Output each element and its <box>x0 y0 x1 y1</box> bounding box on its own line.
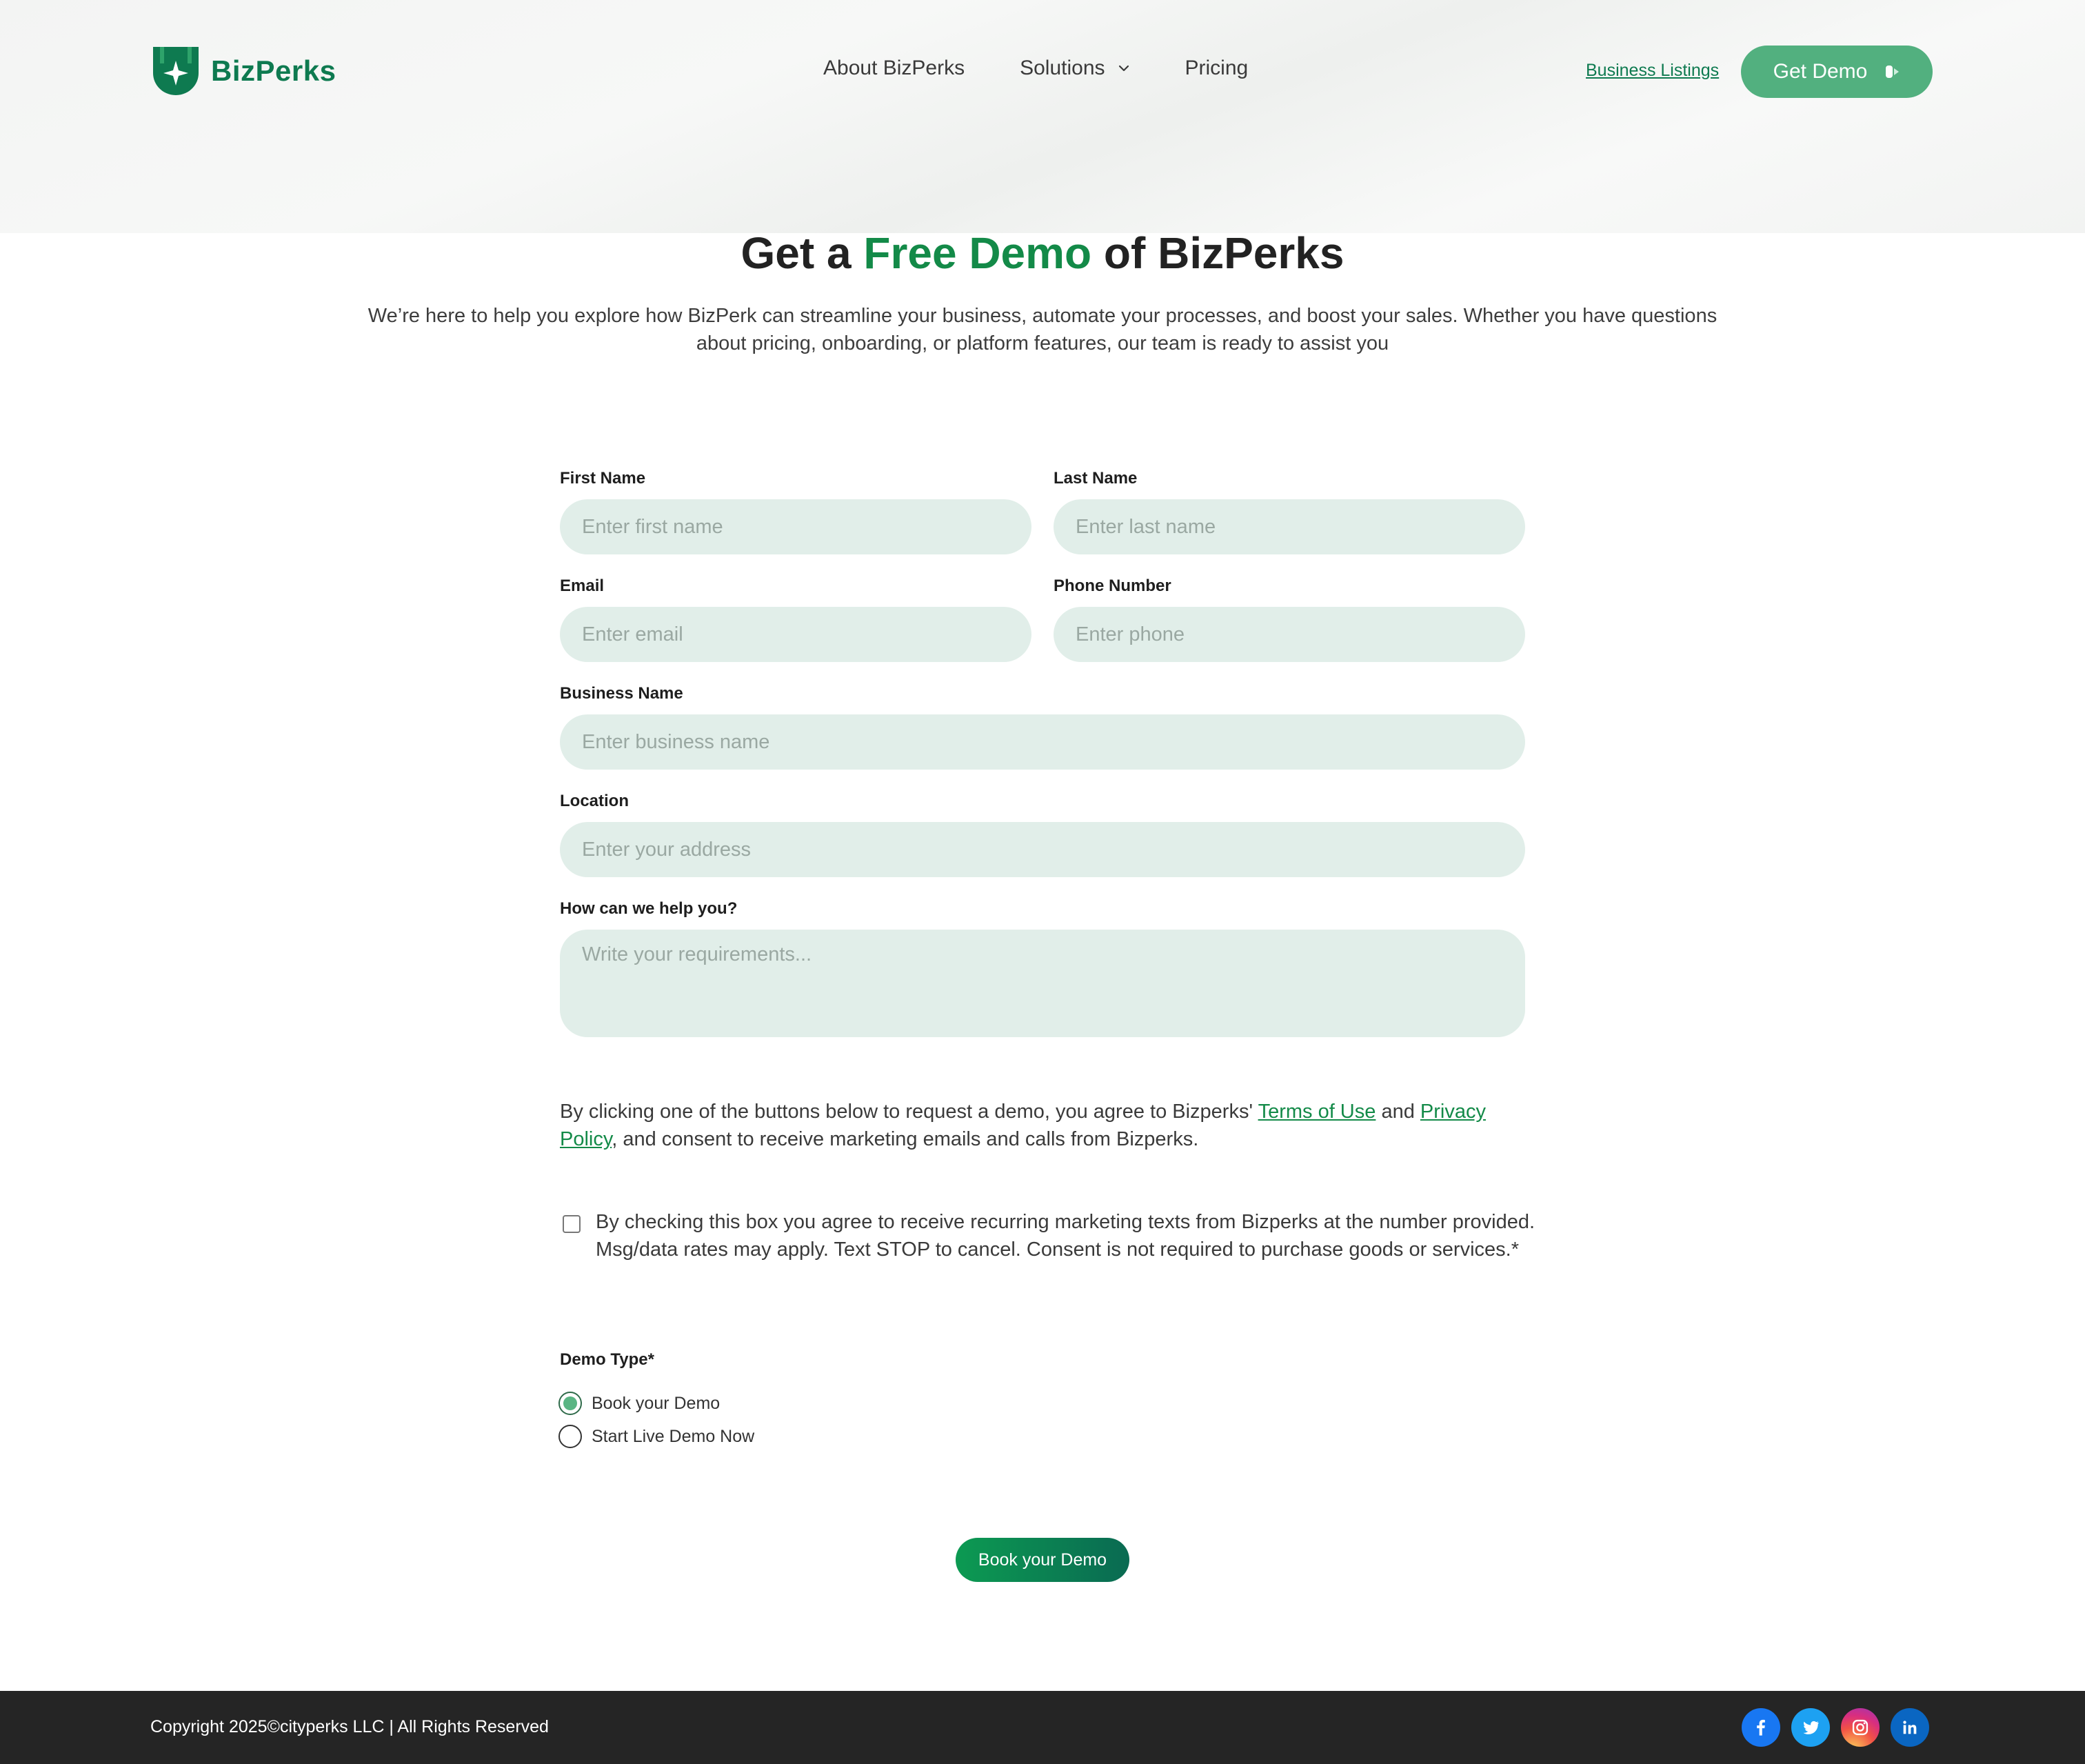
sms-consent-text: By checking this box you agree to receiv… <box>596 1211 1535 1261</box>
business-name-label: Business Name <box>560 684 683 703</box>
twitter-glyph <box>1803 1721 1819 1734</box>
book-demo-button[interactable]: Book your Demo <box>956 1538 1129 1582</box>
page-subtitle: We’re here to help you explore how BizPe… <box>367 305 1718 354</box>
phone-label: Phone Number <box>1054 577 1171 595</box>
phone-input[interactable] <box>1054 607 1525 662</box>
title-accent: Free Demo <box>863 228 1092 278</box>
last-name-input[interactable] <box>1054 499 1525 554</box>
requirements-textarea[interactable] <box>560 930 1525 1037</box>
sms-consent-checkbox[interactable] <box>563 1215 581 1233</box>
location-input[interactable] <box>560 822 1525 877</box>
linkedin-icon[interactable] <box>1891 1708 1929 1747</box>
instagram-icon[interactable] <box>1841 1708 1880 1747</box>
title-suffix: of BizPerks <box>1103 228 1344 278</box>
instagram-glyph <box>1852 1719 1869 1736</box>
toggle-icon <box>1886 66 1900 78</box>
copyright-text: Copyright 2025©cityperks LLC | All Right… <box>150 1717 549 1736</box>
first-name-label: First Name <box>560 469 646 488</box>
demo-type-label: Demo Type* <box>560 1350 654 1369</box>
shield-star-icon <box>153 47 199 95</box>
first-name-input[interactable] <box>560 499 1031 554</box>
facebook-icon[interactable] <box>1742 1708 1780 1747</box>
consent-pre: By clicking one of the buttons below to … <box>560 1101 1253 1123</box>
terms-of-use-link[interactable]: Terms of Use <box>1258 1101 1376 1123</box>
location-label: Location <box>560 792 629 810</box>
nav-pricing[interactable]: Pricing <box>1185 57 1249 80</box>
get-demo-label: Get Demo <box>1773 60 1868 83</box>
consent-text: By clicking one of the buttons below to … <box>560 1098 1539 1153</box>
business-name-input[interactable] <box>560 714 1525 770</box>
twitter-icon[interactable] <box>1791 1708 1830 1747</box>
business-listings-link[interactable]: Business Listings <box>1586 61 1719 81</box>
email-label: Email <box>560 577 605 595</box>
top-nav: BizPerks About BizPerks Solutions Pricin… <box>0 0 2085 142</box>
nav-solutions-label: Solutions <box>1020 57 1105 79</box>
linkedin-glyph <box>1903 1721 1917 1734</box>
footer: Copyright 2025©cityperks LLC | All Right… <box>0 1691 2085 1764</box>
sms-consent-row: By checking this box you agree to receiv… <box>560 1208 1539 1263</box>
nav-pricing-label: Pricing <box>1185 57 1249 79</box>
social-links <box>1731 1708 1929 1747</box>
consent-and: and <box>1381 1101 1415 1123</box>
nav-about-label: About BizPerks <box>823 57 965 79</box>
radio-button-selected[interactable] <box>558 1392 582 1415</box>
page-title: Get a Free Demo of BizPerks <box>0 228 2085 279</box>
nav-about[interactable]: About BizPerks <box>823 57 965 80</box>
consent-post: , and consent to receive marketing email… <box>612 1128 1199 1150</box>
main-menu: About BizPerks Solutions Pricing <box>823 57 1248 80</box>
title-prefix: Get a <box>741 228 852 278</box>
logo[interactable]: BizPerks <box>150 46 336 97</box>
radio-live-demo[interactable]: Start Live Demo Now <box>558 1425 754 1448</box>
nav-solutions[interactable]: Solutions <box>1020 57 1129 80</box>
radio-live-demo-label: Start Live Demo Now <box>592 1426 755 1446</box>
chevron-down-icon <box>1118 65 1129 72</box>
radio-book-demo-label: Book your Demo <box>592 1393 721 1413</box>
email-input[interactable] <box>560 607 1031 662</box>
radio-button[interactable] <box>558 1425 582 1448</box>
get-demo-button[interactable]: Get Demo <box>1741 46 1933 98</box>
facebook-glyph <box>1757 1719 1765 1736</box>
last-name-label: Last Name <box>1054 469 1138 488</box>
brand-name: BizPerks <box>211 54 336 87</box>
radio-book-demo[interactable]: Book your Demo <box>558 1392 720 1415</box>
help-label: How can we help you? <box>560 899 738 918</box>
